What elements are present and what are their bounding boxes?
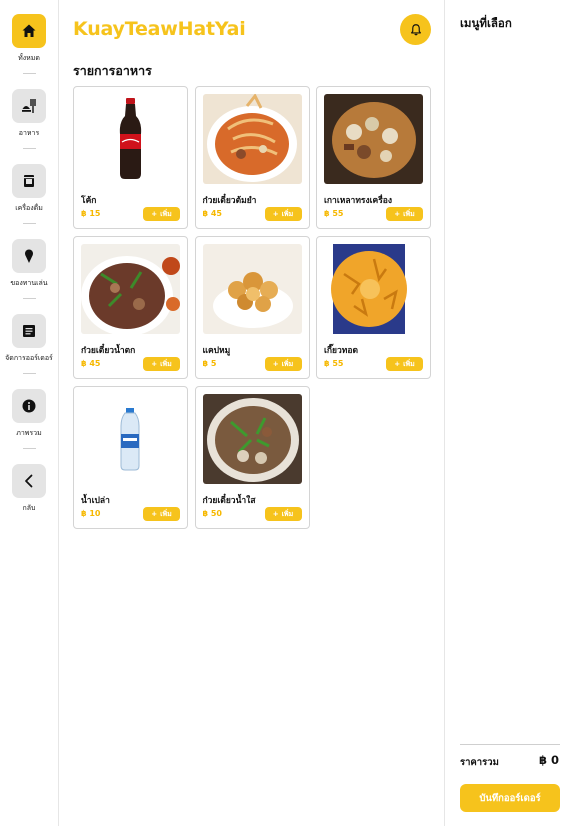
menu-card[interactable]: เกาเหลาทรงเครื่อง ฿ 55 + เพิ่ม bbox=[316, 86, 431, 229]
add-button-label: เพิ่ม bbox=[160, 359, 172, 368]
menu-item-name: ก๋วยเตี๋ยวต้มยำ bbox=[202, 196, 257, 206]
sidebar-item-label: ทั้งหมด bbox=[18, 54, 40, 62]
menu-card[interactable]: ก๋วยเตี๋ยวน้ำใส ฿ 50 + เพิ่ม bbox=[194, 386, 310, 529]
product-image bbox=[324, 244, 423, 334]
total-label: ราคารวม bbox=[460, 757, 499, 768]
plus-icon: + bbox=[151, 360, 158, 368]
plus-icon: + bbox=[151, 510, 158, 518]
menu-card[interactable]: น้ำเปล่า ฿ 10 + เพิ่ม bbox=[73, 386, 188, 529]
home-icon bbox=[12, 14, 46, 48]
plus-icon: + bbox=[272, 510, 279, 518]
order-list-icon bbox=[12, 314, 46, 348]
add-button[interactable]: + เพิ่ม bbox=[264, 207, 302, 221]
add-button[interactable]: + เพิ่ม bbox=[386, 207, 423, 221]
divider bbox=[23, 73, 36, 74]
menu-grid: โค้ก ฿ 15 + เพิ่ม ก๋วยเตี๋ยวต้มยำ ฿ 45 +… bbox=[73, 86, 431, 529]
menu-item-price: ฿ 5 bbox=[202, 359, 217, 368]
plus-icon: + bbox=[394, 210, 401, 218]
add-button[interactable]: + เพิ่ม bbox=[143, 507, 180, 521]
product-image bbox=[81, 94, 180, 184]
menu-card[interactable]: โค้ก ฿ 15 + เพิ่ม bbox=[73, 86, 188, 229]
add-button-label: เพิ่ม bbox=[403, 359, 415, 368]
sidebar-item-label: ภาพรวม bbox=[16, 429, 42, 437]
bell-icon bbox=[410, 23, 421, 35]
add-button-label: เพิ่ม bbox=[160, 509, 172, 518]
menu-item-price: ฿ 45 bbox=[202, 209, 222, 218]
product-image bbox=[324, 94, 423, 184]
ice-cream-icon bbox=[12, 239, 46, 273]
sidebar-item-all[interactable]: ทั้งหมด bbox=[0, 14, 58, 64]
menu-item-name: เกี๊ยวทอด bbox=[324, 346, 359, 356]
add-button[interactable]: + เพิ่ม bbox=[264, 507, 302, 521]
product-image bbox=[81, 244, 180, 334]
plus-icon: + bbox=[272, 210, 279, 218]
cart-title: เมนูที่เลือก bbox=[460, 16, 512, 30]
menu-item-price: ฿ 15 bbox=[81, 209, 101, 218]
menu-card[interactable]: แคปหมู ฿ 5 + เพิ่ม bbox=[194, 236, 310, 379]
sidebar-item-label: กลับ bbox=[22, 504, 36, 512]
sidebar-item-label: อาหาร bbox=[18, 129, 40, 137]
plus-icon: + bbox=[272, 360, 279, 368]
menu-item-name: ก๋วยเตี๋ยวน้ำตก bbox=[81, 346, 136, 356]
divider bbox=[23, 223, 36, 224]
section-title: รายการอาหาร bbox=[73, 63, 152, 78]
sidebar-item-snacks[interactable]: ของทานเล่น bbox=[0, 239, 58, 289]
sidebar-item-label: จัดการออร์เดอร์ bbox=[5, 354, 53, 362]
pos-app: ทั้งหมด อาหาร เครื่องดื่ม ของทานเล่น จัด… bbox=[0, 0, 572, 826]
divider bbox=[23, 298, 36, 299]
menu-card[interactable]: ก๋วยเตี๋ยวน้ำตก ฿ 45 + เพิ่ม bbox=[73, 236, 188, 379]
add-button[interactable]: + เพิ่ม bbox=[386, 357, 423, 371]
total-value: ฿ 0 bbox=[538, 753, 559, 767]
menu-card[interactable]: เกี๊ยวทอด ฿ 55 + เพิ่ม bbox=[316, 236, 431, 379]
divider bbox=[23, 148, 36, 149]
save-order-button[interactable]: บันทึกออร์เดอร์ bbox=[460, 784, 560, 812]
add-button-label: เพิ่ม bbox=[281, 509, 294, 518]
plus-icon: + bbox=[394, 360, 401, 368]
sidebar-item-back[interactable]: กลับ bbox=[0, 464, 58, 514]
product-image bbox=[202, 94, 302, 184]
divider bbox=[23, 448, 36, 449]
add-button[interactable]: + เพิ่ม bbox=[264, 357, 302, 371]
add-button-label: เพิ่ม bbox=[403, 209, 415, 218]
menu-item-name: โค้ก bbox=[81, 196, 97, 206]
main-content: KuayTeawHatYai รายการอาหาร โค้ก ฿ 15 + เพ… bbox=[59, 0, 444, 826]
menu-item-price: ฿ 45 bbox=[81, 359, 101, 368]
sidebar-item-label: ของทานเล่น bbox=[10, 279, 48, 287]
menu-item-name: น้ำเปล่า bbox=[81, 496, 110, 506]
drink-icon bbox=[12, 164, 46, 198]
info-icon bbox=[12, 389, 46, 423]
add-button-label: เพิ่ม bbox=[281, 209, 294, 218]
sidebar-item-label: เครื่องดื่ม bbox=[15, 204, 43, 212]
cart-panel: เมนูที่เลือก ราคารวม ฿ 0 บันทึกออร์เดอร์ bbox=[444, 0, 572, 826]
product-image bbox=[81, 394, 180, 484]
add-button[interactable]: + เพิ่ม bbox=[143, 207, 180, 221]
brand-title: KuayTeawHatYai bbox=[73, 18, 246, 40]
menu-item-name: แคปหมู bbox=[202, 346, 231, 356]
divider bbox=[460, 744, 560, 745]
sidebar-item-drinks[interactable]: เครื่องดื่ม bbox=[0, 164, 58, 214]
add-button-label: เพิ่ม bbox=[160, 209, 172, 218]
menu-card[interactable]: ก๋วยเตี๋ยวต้มยำ ฿ 45 + เพิ่ม bbox=[194, 86, 310, 229]
product-image bbox=[202, 394, 302, 484]
food-icon bbox=[12, 89, 46, 123]
sidebar: ทั้งหมด อาหาร เครื่องดื่ม ของทานเล่น จัด… bbox=[0, 0, 59, 826]
menu-item-price: ฿ 10 bbox=[81, 509, 101, 518]
sidebar-item-food[interactable]: อาหาร bbox=[0, 89, 58, 139]
sidebar-item-overview[interactable]: ภาพรวม bbox=[0, 389, 58, 439]
menu-item-price: ฿ 50 bbox=[202, 509, 222, 518]
menu-item-price: ฿ 55 bbox=[324, 209, 344, 218]
add-button-label: เพิ่ม bbox=[281, 359, 294, 368]
divider bbox=[23, 373, 36, 374]
product-image bbox=[202, 244, 302, 334]
plus-icon: + bbox=[151, 210, 158, 218]
add-button[interactable]: + เพิ่ม bbox=[143, 357, 180, 371]
back-chevron-icon bbox=[12, 464, 46, 498]
menu-item-price: ฿ 55 bbox=[324, 359, 344, 368]
sidebar-item-orders[interactable]: จัดการออร์เดอร์ bbox=[0, 314, 58, 364]
menu-item-name: ก๋วยเตี๋ยวน้ำใส bbox=[202, 496, 256, 506]
menu-item-name: เกาเหลาทรงเครื่อง bbox=[324, 196, 393, 206]
notification-button[interactable] bbox=[400, 14, 431, 45]
